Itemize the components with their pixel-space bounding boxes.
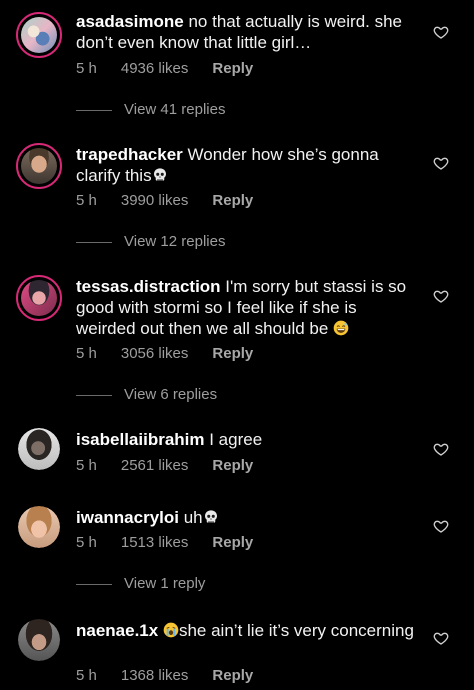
reply-button[interactable]: Reply <box>212 457 253 474</box>
comment-time: 5 h <box>76 192 97 209</box>
divider-line <box>76 109 112 111</box>
heart-icon[interactable] <box>433 518 449 534</box>
comment-time: 5 h <box>76 345 97 362</box>
comment-time: 5 h <box>76 667 97 684</box>
reply-button[interactable]: Reply <box>212 60 253 77</box>
reply-button[interactable]: Reply <box>212 534 253 551</box>
skull-emoji <box>152 167 168 183</box>
comment-username[interactable]: naenae.1x <box>76 621 158 640</box>
avatar-image <box>21 280 57 316</box>
comment-text: isabellaiibrahim I agree <box>76 429 416 450</box>
comment-text: naenae.1x she ain’t lie it’s very concer… <box>76 620 416 641</box>
heart-icon[interactable] <box>433 155 449 171</box>
comment-meta: 5 h 2561 likes Reply <box>76 457 277 474</box>
avatar-image <box>21 148 57 184</box>
comment-username[interactable]: trapedhacker <box>76 145 183 164</box>
reply-button[interactable]: Reply <box>212 667 253 684</box>
comment-likes[interactable]: 1513 likes <box>121 534 189 551</box>
heart-icon[interactable] <box>433 630 449 646</box>
avatar-image <box>18 428 60 470</box>
comment-likes[interactable]: 4936 likes <box>121 60 189 77</box>
comment-time: 5 h <box>76 534 97 551</box>
comment-text: iwannacryloi uh <box>76 507 416 528</box>
comment-meta: 5 h 1513 likes Reply <box>76 534 277 551</box>
comment-username[interactable]: isabellaiibrahim <box>76 430 205 449</box>
comment-likes[interactable]: 3990 likes <box>121 192 189 209</box>
divider-line <box>76 583 112 585</box>
comment-likes[interactable]: 2561 likes <box>121 457 189 474</box>
divider-line <box>76 241 112 243</box>
reply-button[interactable]: Reply <box>212 192 253 209</box>
avatar[interactable] <box>18 619 60 661</box>
view-replies-button[interactable]: View 1 reply <box>76 575 205 592</box>
view-replies-label: View 1 reply <box>124 575 206 592</box>
view-replies-button[interactable]: View 6 replies <box>76 386 217 403</box>
avatar[interactable] <box>18 506 60 548</box>
avatar-image <box>18 619 60 661</box>
view-replies-button[interactable]: View 12 replies <box>76 233 225 250</box>
avatar-image <box>18 506 60 548</box>
grinning-sweat-emoji <box>333 320 349 336</box>
comment-body: she ain’t lie it’s very concerning <box>178 621 414 640</box>
avatar[interactable] <box>16 12 62 58</box>
avatar-image <box>21 17 57 53</box>
reply-button[interactable]: Reply <box>212 345 253 362</box>
comment-username[interactable]: tessas.distraction <box>76 277 221 296</box>
comment-body: I agree <box>204 430 263 449</box>
comment-time: 5 h <box>76 457 97 474</box>
avatar[interactable] <box>18 428 60 470</box>
view-replies-label: View 12 replies <box>124 233 226 250</box>
heart-icon[interactable] <box>433 24 449 40</box>
view-replies-label: View 6 replies <box>124 386 218 403</box>
comment-likes[interactable]: 3056 likes <box>121 345 189 362</box>
comment-likes[interactable]: 1368 likes <box>121 667 189 684</box>
comment-text: trapedhacker Wonder how she’s gonna clar… <box>76 144 416 186</box>
comment-text: asadasimone no that actually is weird. s… <box>76 11 416 53</box>
comment-username[interactable]: iwannacryloi <box>76 508 179 527</box>
heart-icon[interactable] <box>433 288 449 304</box>
comment-body: uh <box>178 508 203 527</box>
avatar[interactable] <box>16 275 62 321</box>
heart-icon[interactable] <box>433 441 449 457</box>
comment-meta: 5 h 1368 likes Reply <box>76 667 277 684</box>
comment-meta: 5 h 3056 likes Reply <box>76 345 277 362</box>
divider-line <box>76 394 112 396</box>
comment-text: tessas.distraction I'm sorry but stassi … <box>76 276 416 339</box>
skull-emoji <box>203 509 219 525</box>
view-replies-button[interactable]: View 41 replies <box>76 101 225 118</box>
view-replies-label: View 41 replies <box>124 101 226 118</box>
comment-time: 5 h <box>76 60 97 77</box>
comment-username[interactable]: asadasimone <box>76 12 184 31</box>
comment-meta: 5 h 4936 likes Reply <box>76 60 277 77</box>
avatar[interactable] <box>16 143 62 189</box>
crying-emoji <box>163 622 179 638</box>
comment-meta: 5 h 3990 likes Reply <box>76 192 277 209</box>
